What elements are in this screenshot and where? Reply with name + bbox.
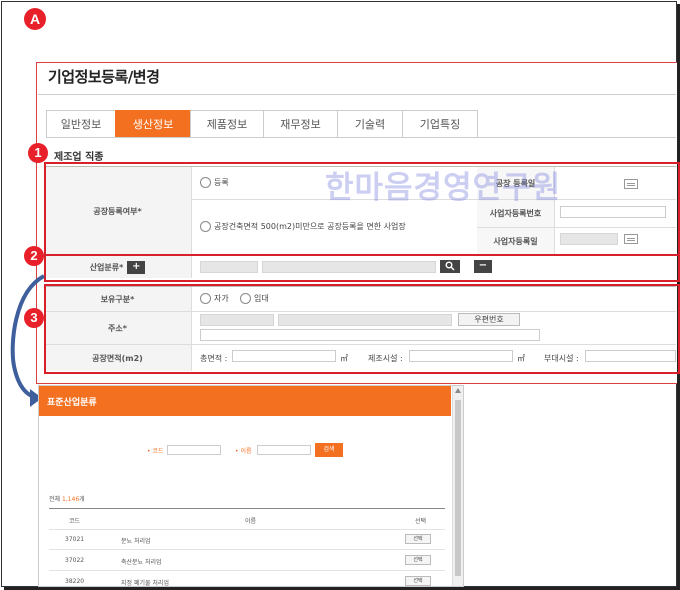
select-button[interactable]: 선택 <box>405 534 431 544</box>
popup-table-header: 코드 이름 선택 <box>49 508 445 530</box>
total-count: 전체 1,146개 <box>49 496 85 503</box>
name-label: • 이름 <box>235 448 252 455</box>
row-name: 지정 폐기물 처리업 <box>121 580 169 587</box>
code-label: • 코드 <box>147 448 164 455</box>
table-row: 37022 축산분뇨 처리업 선택 <box>49 550 445 571</box>
popup-scrollbar[interactable] <box>452 386 463 586</box>
table-row: 37021 분뇨 처리업 선택 <box>49 529 445 550</box>
scroll-up-icon[interactable] <box>455 388 461 393</box>
watermark: 한마음경영연구원 <box>325 170 562 206</box>
select-button[interactable]: 선택 <box>405 555 431 565</box>
row-code: 38220 <box>65 578 85 585</box>
code-input[interactable] <box>167 445 221 455</box>
column-header: 코드 <box>69 518 81 525</box>
popup-title: 표준산업분류 <box>39 386 451 416</box>
row-code: 37022 <box>65 557 85 564</box>
industry-popup: 표준산업분류 • 코드 • 이름 검색 전체 1,146개 코드 이름 선택 3… <box>38 385 464 587</box>
column-header: 이름 <box>245 518 257 525</box>
table-row: 38220 지정 폐기물 처리업 선택 <box>49 571 445 587</box>
row-code: 37021 <box>65 536 85 543</box>
row-name: 분뇨 처리업 <box>121 538 151 545</box>
name-input[interactable] <box>257 445 311 455</box>
row-name: 축산분뇨 처리업 <box>121 559 162 566</box>
scroll-thumb[interactable] <box>455 400 461 576</box>
popup-search-button[interactable]: 검색 <box>315 443 343 457</box>
column-header: 선택 <box>415 518 427 525</box>
select-button[interactable]: 선택 <box>405 576 431 586</box>
